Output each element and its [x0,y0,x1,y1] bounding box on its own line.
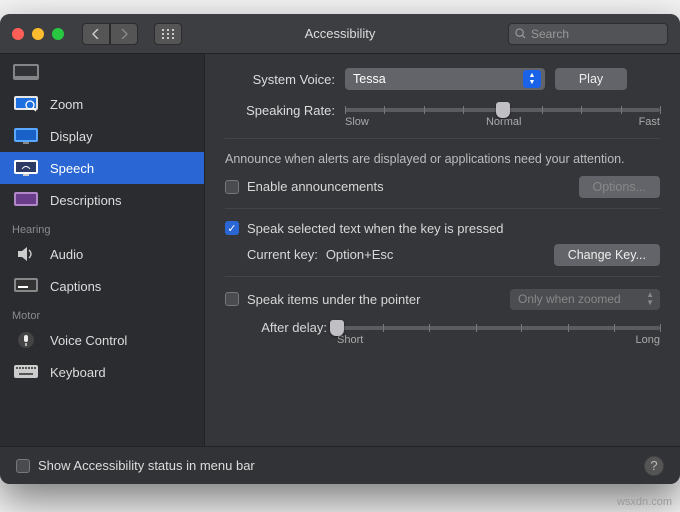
zoom-icon [12,94,40,114]
after-delay-slider[interactable] [337,318,660,338]
sidebar-group-motor: Motor [0,302,204,324]
chevron-updown-icon: ▲▼ [523,70,541,88]
announce-description: Announce when alerts are displayed or ap… [225,151,660,168]
system-voice-label: System Voice: [225,72,335,87]
speak-pointer-mode-value: Only when zoomed [518,292,621,306]
speaking-rate-label: Speaking Rate: [225,103,335,118]
system-voice-select[interactable]: Tessa ▲▼ [345,68,545,90]
show-status-checkbox[interactable] [16,459,30,473]
keyboard-icon [12,362,40,382]
enable-announcements-checkbox[interactable] [225,180,239,194]
display-icon [12,126,40,146]
sidebar: Zoom Display Speech Descriptions Hearing… [0,54,205,446]
watermark: wsxdn.com [617,496,672,508]
sidebar-item-display[interactable]: Display [0,120,204,152]
options-button[interactable]: Options... [579,176,661,198]
current-key-label: Current key: [247,247,318,262]
sidebar-item-voice-control[interactable]: Voice Control [0,324,204,356]
sidebar-item-label: Display [50,129,93,144]
slider-thumb[interactable] [330,320,344,336]
search-field[interactable]: Search [508,23,668,45]
current-key-value: Option+Esc [326,247,394,262]
change-key-button[interactable]: Change Key... [554,244,660,266]
audio-icon [12,244,40,264]
show-status-label: Show Accessibility status in menu bar [38,458,255,473]
search-icon [515,28,526,39]
titlebar: Accessibility Search [0,14,680,54]
nav-buttons [82,23,138,45]
maximize-window-button[interactable] [52,28,64,40]
sidebar-item-label: Captions [50,279,101,294]
minimize-window-button[interactable] [32,28,44,40]
speak-selected-label: Speak selected text when the key is pres… [247,221,504,236]
slider-thumb[interactable] [496,102,510,118]
sidebar-item-descriptions[interactable]: Descriptions [0,184,204,216]
play-button[interactable]: Play [555,68,627,90]
footer: Show Accessibility status in menu bar ? [0,446,680,484]
descriptions-icon [12,190,40,210]
system-voice-value: Tessa [353,72,386,86]
sidebar-item-captions[interactable]: Captions [0,270,204,302]
sidebar-item-label: Voice Control [50,333,127,348]
speech-icon [12,158,40,178]
generic-icon [12,62,40,82]
sidebar-item-zoom[interactable]: Zoom [0,88,204,120]
sidebar-item-label: Descriptions [50,193,122,208]
speak-pointer-label: Speak items under the pointer [247,292,420,307]
help-button[interactable]: ? [644,456,664,476]
sidebar-item-keyboard[interactable]: Keyboard [0,356,204,388]
sidebar-item-label: Audio [50,247,83,262]
sidebar-item-speech[interactable]: Speech [0,152,204,184]
content-pane: System Voice: Tessa ▲▼ Play Speaking Rat… [205,54,680,446]
traffic-lights [12,28,64,40]
captions-icon [12,276,40,296]
show-all-button[interactable] [154,23,182,45]
chevron-updown-icon: ▲▼ [646,291,654,307]
back-button[interactable] [82,23,110,45]
after-delay-label: After delay: [247,320,327,335]
speak-pointer-mode-select[interactable]: Only when zoomed ▲▼ [510,289,660,310]
voice-control-icon [12,330,40,350]
speak-pointer-checkbox[interactable] [225,292,239,306]
sidebar-item-prev[interactable] [0,56,204,88]
close-window-button[interactable] [12,28,24,40]
sidebar-item-audio[interactable]: Audio [0,238,204,270]
speak-selected-checkbox[interactable]: ✓ [225,221,239,235]
forward-button[interactable] [110,23,138,45]
search-placeholder: Search [531,27,569,41]
sidebar-item-label: Speech [50,161,94,176]
sidebar-group-hearing: Hearing [0,216,204,238]
sidebar-item-label: Zoom [50,97,83,112]
speaking-rate-slider[interactable] [345,100,660,120]
enable-announcements-label: Enable announcements [247,179,384,194]
sidebar-item-label: Keyboard [50,365,106,380]
window-title: Accessibility [305,26,376,41]
